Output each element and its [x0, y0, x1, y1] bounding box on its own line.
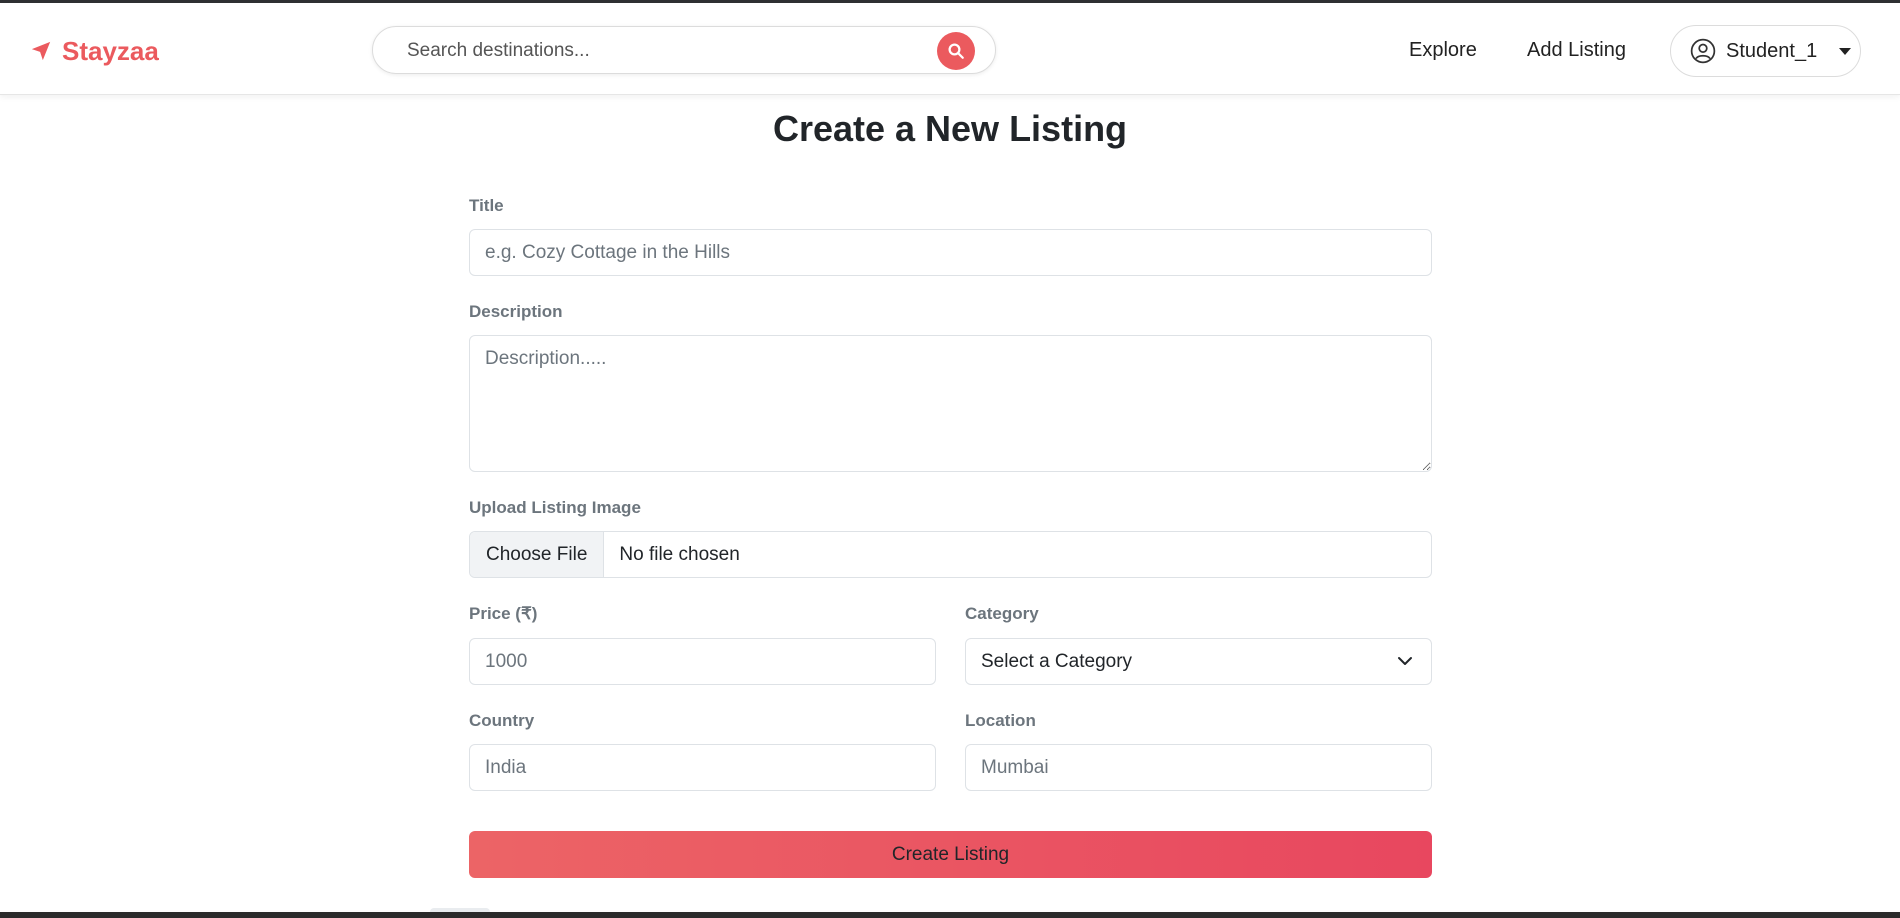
nav-explore-link[interactable]: Explore	[1409, 39, 1477, 62]
category-select[interactable]: Select a Category	[965, 638, 1432, 685]
category-label: Category	[965, 604, 1039, 623]
file-status-text: No file chosen	[619, 543, 740, 565]
country-label: Country	[469, 711, 535, 730]
window-bottom-edge	[0, 912, 1900, 918]
location-input[interactable]	[965, 744, 1432, 791]
image-upload-label: Upload Listing Image	[469, 498, 641, 517]
brand-name: Stayzaa	[62, 35, 159, 66]
navbar: Stayzaa Explore Add Listing Student_1	[0, 3, 1900, 95]
description-label: Description	[469, 302, 563, 321]
caret-down-icon	[1839, 47, 1852, 55]
search-icon	[948, 43, 964, 59]
choose-file-button[interactable]: Choose File	[470, 532, 605, 577]
image-file-input[interactable]: Choose File No file chosen	[469, 531, 1432, 578]
price-input[interactable]	[469, 638, 936, 685]
user-name: Student_1	[1726, 39, 1818, 62]
create-listing-button[interactable]: Create Listing	[469, 831, 1432, 878]
user-menu-button[interactable]: Student_1	[1670, 25, 1861, 77]
search-button[interactable]	[937, 32, 975, 70]
price-label: Price (₹)	[469, 604, 538, 623]
title-label: Title	[469, 196, 504, 215]
user-circle-icon	[1690, 38, 1716, 64]
search-input[interactable]	[407, 37, 927, 65]
description-textarea[interactable]	[469, 335, 1432, 472]
brand-logo[interactable]: Stayzaa	[30, 31, 159, 71]
title-input[interactable]	[469, 229, 1432, 276]
search-bar	[372, 26, 996, 74]
page-title: Create a New Listing	[772, 108, 1128, 149]
location-label: Location	[965, 711, 1036, 730]
country-input[interactable]	[469, 744, 936, 791]
chevron-down-icon	[1398, 657, 1412, 665]
compass-arrow-icon	[31, 41, 51, 61]
category-selected-value: Select a Category	[981, 650, 1133, 672]
nav-add-listing-link[interactable]: Add Listing	[1527, 39, 1626, 62]
